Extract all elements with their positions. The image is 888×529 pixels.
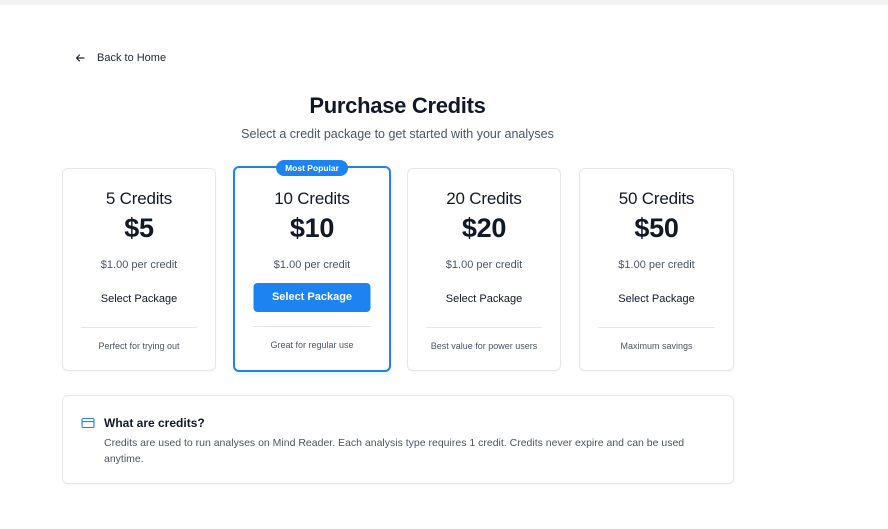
back-to-home-label: Back to Home [97,52,167,64]
select-package-button[interactable]: Select Package [426,285,543,314]
package-name: 50 Credits [618,189,695,208]
package-per-credit: $1.00 per credit [618,259,695,271]
package-price: $20 [461,213,507,243]
card-divider [598,327,715,328]
select-package-button[interactable]: Select Package [253,283,371,312]
arrow-left-icon [75,54,85,62]
package-note: Maximum savings [620,341,693,351]
package-price: $5 [124,213,154,243]
package-name: 5 Credits [105,189,173,208]
card-divider [81,327,197,328]
package-price: $50 [634,213,679,243]
package-card-5: 5 Credits $5 $1.00 per credit Select Pac… [62,168,216,371]
back-to-home-link[interactable]: Back to Home [74,52,166,64]
package-per-credit: $1.00 per credit [273,259,351,271]
select-package-button[interactable]: Select Package [598,285,715,314]
info-title: What are credits? [104,416,205,430]
package-note: Best value for power users [430,341,538,351]
package-per-credit: $1.00 per credit [445,259,523,271]
credit-card-icon [81,417,95,429]
card-divider [253,326,371,327]
info-text: Credits are used to run analyses on Mind… [104,437,685,465]
package-per-credit: $1.00 per credit [100,259,178,271]
package-note: Perfect for trying out [98,341,180,351]
package-price: $10 [289,213,335,243]
card-divider [426,327,542,328]
package-name: 20 Credits [446,189,522,208]
package-name: 10 Credits [274,189,350,208]
package-note: Great for regular use [270,340,354,350]
page-title: Purchase Credits [309,93,486,118]
select-package-button[interactable]: Select Package [81,285,198,314]
most-popular-badge: Most Popular [276,160,348,176]
package-card-50: 50 Credits $50 $1.00 per credit Select P… [579,168,734,371]
page-subtitle: Select a credit package to get started w… [241,127,554,141]
package-card-10: Most Popular 10 Credits $10 $1.00 per cr… [233,160,391,372]
package-card-20: 20 Credits $20 $1.00 per credit Select P… [407,168,561,371]
credits-info-box: What are credits? Credits are used to ru… [62,395,734,484]
top-bar [0,0,888,5]
